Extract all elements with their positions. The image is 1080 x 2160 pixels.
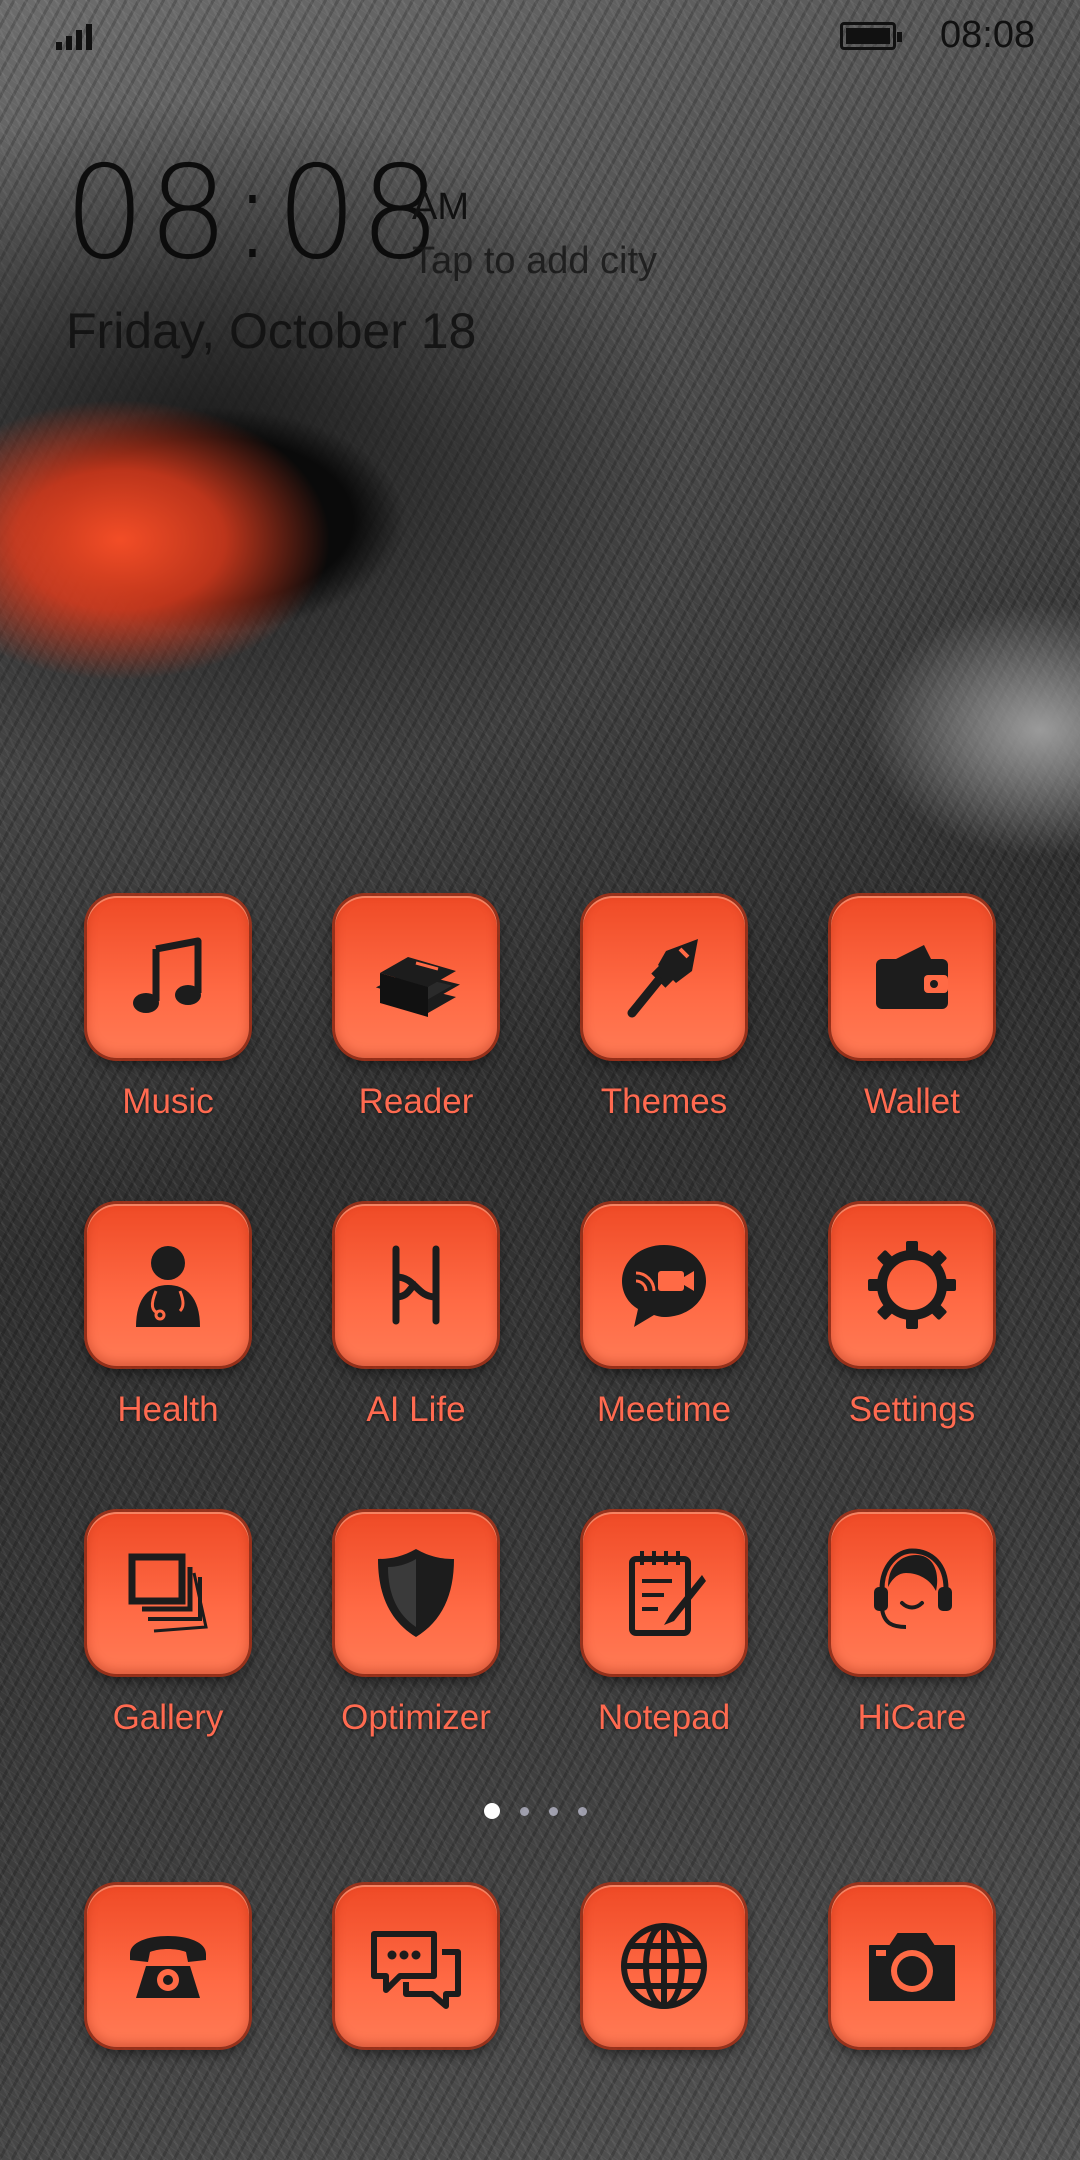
globe-icon xyxy=(621,1923,707,2009)
app-themes[interactable]: Themes xyxy=(544,896,784,1122)
app-icon-tile[interactable] xyxy=(583,896,745,1058)
ai-life-icon xyxy=(392,1245,440,1325)
app-meetime[interactable]: Meetime xyxy=(544,1204,784,1430)
messages-icon xyxy=(371,1931,461,2009)
wallet-icon xyxy=(876,945,948,1009)
home-screen: 08:08 08:08 AM Tap to add city Friday, O… xyxy=(0,0,1080,2160)
app-label: HiCare xyxy=(857,1698,967,1737)
clock-ampm: AM xyxy=(412,186,469,228)
app-ai-life[interactable]: AI Life xyxy=(296,1204,536,1430)
app-gallery[interactable]: Gallery xyxy=(48,1512,288,1738)
app-label: Settings xyxy=(848,1390,976,1429)
app-label: Optimizer xyxy=(341,1698,491,1737)
shield-icon xyxy=(378,1549,454,1637)
app-music[interactable]: Music xyxy=(48,896,288,1122)
app-label: Gallery xyxy=(112,1698,224,1737)
app-icon-tile[interactable] xyxy=(583,1885,745,2047)
app-settings[interactable]: Settings xyxy=(792,1204,1032,1430)
app-wallet[interactable]: Wallet xyxy=(792,896,1032,1122)
app-icon-tile[interactable] xyxy=(87,1512,249,1674)
app-label: Wallet xyxy=(864,1082,960,1121)
app-label: Themes xyxy=(600,1082,728,1121)
app-label: Music xyxy=(122,1082,214,1121)
app-notepad[interactable]: Notepad xyxy=(544,1512,784,1738)
page-dot[interactable] xyxy=(520,1806,529,1816)
music-note-icon xyxy=(133,937,202,1013)
signal-bars-icon xyxy=(56,20,92,50)
app-optimizer[interactable]: Optimizer xyxy=(296,1512,536,1738)
camera-icon xyxy=(869,1933,955,2001)
app-label: AI Life xyxy=(366,1390,466,1429)
page-dot[interactable] xyxy=(549,1806,558,1816)
dock-phone[interactable] xyxy=(48,1885,288,2047)
dock-camera[interactable] xyxy=(792,1885,1032,2047)
battery-icon xyxy=(840,22,902,50)
app-label: Meetime xyxy=(596,1390,732,1429)
app-icon-tile[interactable] xyxy=(583,1512,745,1674)
app-icon-tile[interactable] xyxy=(87,1885,249,2047)
page-indicator[interactable] xyxy=(484,1803,587,1819)
app-health[interactable]: Health xyxy=(48,1204,288,1430)
app-icon-tile[interactable] xyxy=(583,1204,745,1366)
page-dot[interactable] xyxy=(578,1806,587,1816)
app-icon-tile[interactable] xyxy=(87,896,249,1058)
photos-icon xyxy=(128,1553,208,1633)
app-icon-tile[interactable] xyxy=(87,1204,249,1366)
books-icon xyxy=(375,957,460,1017)
app-hicare[interactable]: HiCare xyxy=(792,1512,1032,1738)
app-reader[interactable]: Reader xyxy=(296,896,536,1122)
doctor-icon xyxy=(136,1246,200,1327)
page-dot-active[interactable] xyxy=(484,1803,500,1819)
headset-icon xyxy=(874,1548,952,1629)
battery-level xyxy=(846,28,890,44)
app-label: Health xyxy=(117,1390,219,1429)
dock-browser[interactable] xyxy=(544,1885,784,2047)
app-icon-tile[interactable] xyxy=(335,1512,497,1674)
app-icon-tile[interactable] xyxy=(831,896,993,1058)
paintbrush-icon xyxy=(627,939,698,1018)
clock-date[interactable]: Friday, October 18 xyxy=(66,302,476,360)
app-label: Reader xyxy=(358,1082,474,1121)
dock-messages[interactable] xyxy=(296,1885,536,2047)
app-icon-tile[interactable] xyxy=(335,1885,497,2047)
app-label: Notepad xyxy=(597,1698,731,1737)
status-bar: 08:08 xyxy=(0,0,1080,72)
gear-icon xyxy=(868,1241,956,1329)
add-city-link[interactable]: Tap to add city xyxy=(412,240,657,283)
app-icon-tile[interactable] xyxy=(831,1885,993,2047)
app-icon-tile[interactable] xyxy=(831,1204,993,1366)
notepad-icon xyxy=(629,1551,706,1636)
phone-icon xyxy=(130,1936,206,1998)
status-time: 08:08 xyxy=(940,14,1036,56)
app-icon-tile[interactable] xyxy=(335,1204,497,1366)
app-icon-tile[interactable] xyxy=(831,1512,993,1674)
app-icon-tile[interactable] xyxy=(335,896,497,1058)
video-chat-icon xyxy=(622,1245,706,1327)
clock-time[interactable]: 08:08 xyxy=(64,150,443,278)
